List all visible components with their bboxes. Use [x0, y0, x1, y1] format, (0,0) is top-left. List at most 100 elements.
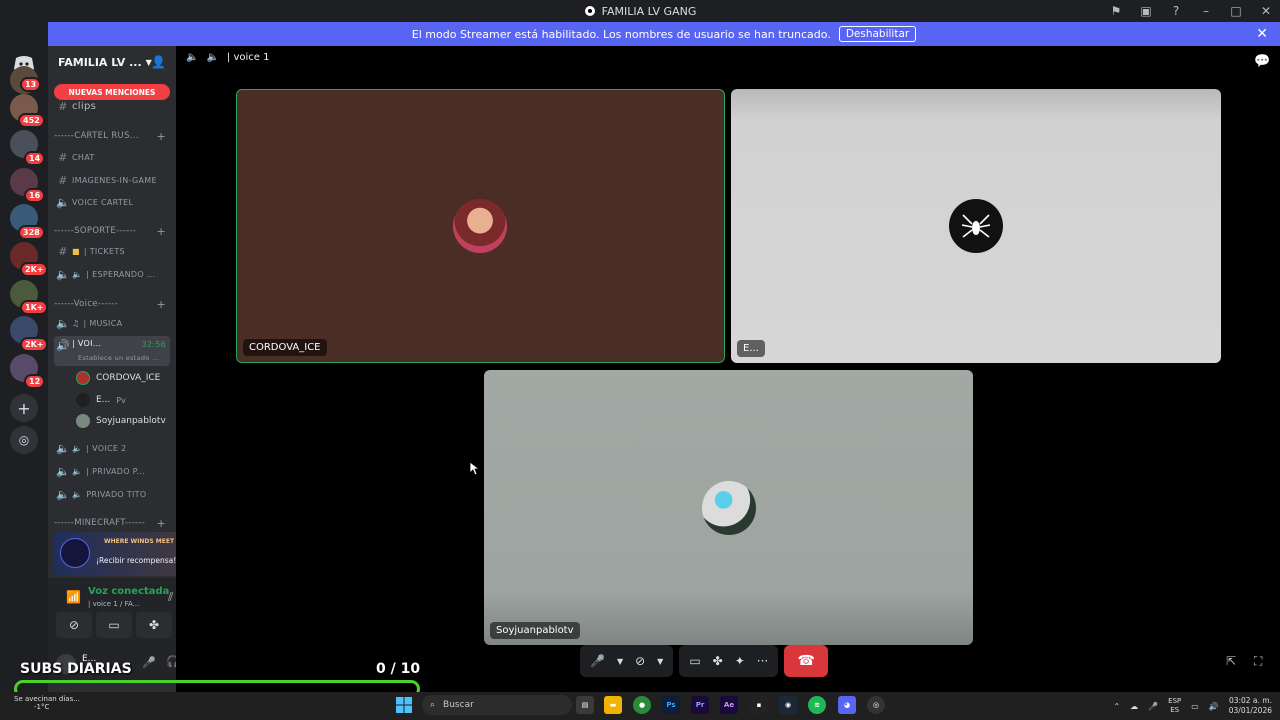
weather-widget[interactable]: Se avecinan días... -1°C: [14, 695, 80, 711]
fullscreen-icon[interactable]: ⛶: [1254, 654, 1262, 669]
add-channel-icon[interactable]: +: [156, 298, 166, 311]
subs-goal-count: 0 / 10: [376, 661, 421, 677]
video-tile[interactable]: E...: [731, 89, 1221, 363]
channel-label: | ESPERANDO ...: [86, 269, 156, 279]
photoshop-icon[interactable]: Ps: [662, 696, 680, 714]
mic-tray-icon[interactable]: 🎤: [1148, 702, 1158, 711]
inbox-icon[interactable]: ⚑: [1108, 4, 1124, 18]
guild-badge: 1K+: [20, 300, 49, 315]
language-indicator[interactable]: ESP ES: [1168, 697, 1181, 715]
reward-promo[interactable]: WHERE WINDS MEET ¡Recibir recompensa!: [54, 532, 176, 576]
category-label: ------Voice------: [54, 299, 119, 309]
hang-up-button[interactable]: ☎: [784, 645, 829, 677]
voice-user-name: CORDOVA_ICE: [96, 373, 161, 383]
channel-tickets[interactable]: # ■ | TICKETS: [54, 241, 170, 261]
share-screen-icon[interactable]: ▭: [689, 654, 700, 668]
add-server-icon[interactable]: +: [10, 394, 38, 422]
activities-icon[interactable]: ✤: [713, 654, 723, 668]
disable-streamer-button[interactable]: Deshabilitar: [838, 26, 917, 42]
discord-taskbar-icon[interactable]: ◕: [838, 696, 856, 714]
voice-user[interactable]: CORDOVA_ICE: [76, 369, 160, 387]
voice-user[interactable]: Soyjuanpablotv: [76, 412, 166, 430]
chrome-icon[interactable]: ●: [633, 696, 651, 714]
channel-label: VOICE CARTEL: [72, 197, 134, 207]
chevron-up-icon[interactable]: ⌃: [1113, 702, 1120, 711]
clock-time: 03:02 a. m.: [1228, 696, 1272, 705]
share-screen-button[interactable]: ▭: [96, 612, 132, 638]
maximize-button[interactable]: □: [1228, 4, 1244, 18]
channel-musica[interactable]: 🔈 ♫ | MUSICA: [54, 313, 170, 333]
video-tile[interactable]: CORDOVA_ICE: [236, 89, 725, 363]
network-icon[interactable]: ☁: [1130, 702, 1138, 711]
avatar: [76, 393, 90, 407]
channel-imagenes[interactable]: # IMAGENES-IN-GAME: [54, 170, 170, 190]
app-icon[interactable]: ▪: [750, 696, 768, 714]
close-window-button[interactable]: ✕: [1258, 4, 1274, 18]
mic-icon[interactable]: 🎤: [590, 654, 605, 668]
more-options-icon[interactable]: ···: [757, 654, 768, 668]
video-tile[interactable]: Soyjuanpablotv: [484, 370, 973, 645]
voice-connected-label[interactable]: Voz conectada: [88, 586, 169, 597]
volume-icon[interactable]: 🔊: [1209, 702, 1219, 711]
server-header[interactable]: FAMILIA LV ... ▼ 👤: [48, 46, 176, 78]
speaker-emoji-icon: 🔈: [72, 443, 83, 453]
activities-button[interactable]: ✤: [136, 612, 172, 638]
category-minecraft[interactable]: ------MINECRAFT------ +: [54, 513, 170, 533]
channel-voice-2[interactable]: 🔈 🔈 | VOICE 2: [54, 438, 170, 458]
channel-label: | PRIVADO P...: [86, 466, 146, 476]
speaker-icon: 🔈: [56, 316, 70, 330]
display-icon[interactable]: ▭: [1191, 702, 1199, 711]
close-banner-icon[interactable]: ✕: [1256, 26, 1268, 42]
signal-icon[interactable]: 📶: [66, 590, 81, 604]
guild-badge: 2K+: [20, 337, 49, 352]
banner-text: El modo Streamer está habilitado. Los no…: [411, 27, 831, 41]
add-channel-icon[interactable]: +: [156, 130, 166, 143]
minimize-button[interactable]: –: [1198, 4, 1214, 18]
help-icon[interactable]: ?: [1168, 4, 1184, 18]
chevron-down-icon[interactable]: ▼: [617, 657, 623, 666]
headphones-icon[interactable]: 🎧: [166, 655, 176, 668]
taskbar-search[interactable]: ⌕ Buscar: [422, 695, 572, 715]
soundboard-icon[interactable]: ✦: [735, 654, 745, 668]
windows-start-icon[interactable]: [396, 697, 412, 713]
steam-icon[interactable]: ◉: [779, 696, 797, 714]
premiere-icon[interactable]: Pr: [691, 696, 709, 714]
camera-off-icon[interactable]: ⊘: [635, 654, 645, 668]
mic-icon[interactable]: 🎤: [142, 656, 156, 669]
chat-bubble-icon[interactable]: 💬: [1254, 54, 1270, 69]
screen-icon[interactable]: ▣: [1138, 4, 1154, 18]
category-label: ------SOPORTE------: [54, 226, 137, 236]
chevron-down-icon[interactable]: ▼: [657, 657, 663, 666]
file-explorer-icon[interactable]: ▬: [604, 696, 622, 714]
server-list: 13 452 14 16 328 2K+ 1K+ 2K+ 12 + ◎: [0, 22, 49, 720]
noise-suppression-icon[interactable]: ⫽: [168, 590, 173, 605]
add-channel-icon[interactable]: +: [156, 225, 166, 238]
channel-label: | VOICE 2: [86, 443, 127, 453]
category-voice[interactable]: ------Voice------ +: [54, 294, 170, 314]
subs-goal-title: SUBS DIARIAS: [20, 661, 132, 677]
obs-icon[interactable]: ◎: [867, 696, 885, 714]
task-view-icon[interactable]: ▤: [576, 696, 594, 714]
channel-voice-cartel[interactable]: 🔈 VOICE CARTEL: [54, 192, 170, 212]
channel-voice-1[interactable]: 🔊 | VOI... 32:56 Establece un estado ...: [54, 336, 170, 366]
speaker-icon: 🔈: [56, 487, 70, 501]
channel-header-title: | voice 1: [226, 52, 270, 63]
tile-username: Soyjuanpablotv: [490, 622, 580, 639]
voice-user[interactable]: E... Pv: [76, 391, 126, 409]
channel-esperando[interactable]: 🔈 🔈 | ESPERANDO ...: [54, 264, 170, 284]
clock[interactable]: 03:02 a. m. 03/01/2026: [1229, 696, 1272, 716]
camera-off-button[interactable]: ⊘: [56, 612, 92, 638]
spotify-icon[interactable]: ≋: [808, 696, 826, 714]
popout-icon[interactable]: ⇱: [1226, 654, 1236, 668]
channel-privado-tito[interactable]: 🔈 🔈 PRIVADO TITO: [54, 484, 170, 504]
channel-privado-p[interactable]: 🔈 🔈 | PRIVADO P...: [54, 461, 170, 481]
after-effects-icon[interactable]: Ae: [720, 696, 738, 714]
add-channel-icon[interactable]: +: [156, 517, 166, 530]
category-soporte[interactable]: ------SOPORTE------ +: [54, 221, 170, 241]
explore-icon[interactable]: ◎: [10, 426, 38, 454]
invite-icon[interactable]: 👤: [151, 55, 166, 69]
category-cartel[interactable]: ------CARTEL RUS... +: [54, 126, 170, 146]
voice-status-text: Establece un estado ...: [78, 354, 160, 362]
channel-clips[interactable]: # clips: [54, 96, 170, 116]
channel-chat[interactable]: # CHAT: [54, 147, 170, 167]
